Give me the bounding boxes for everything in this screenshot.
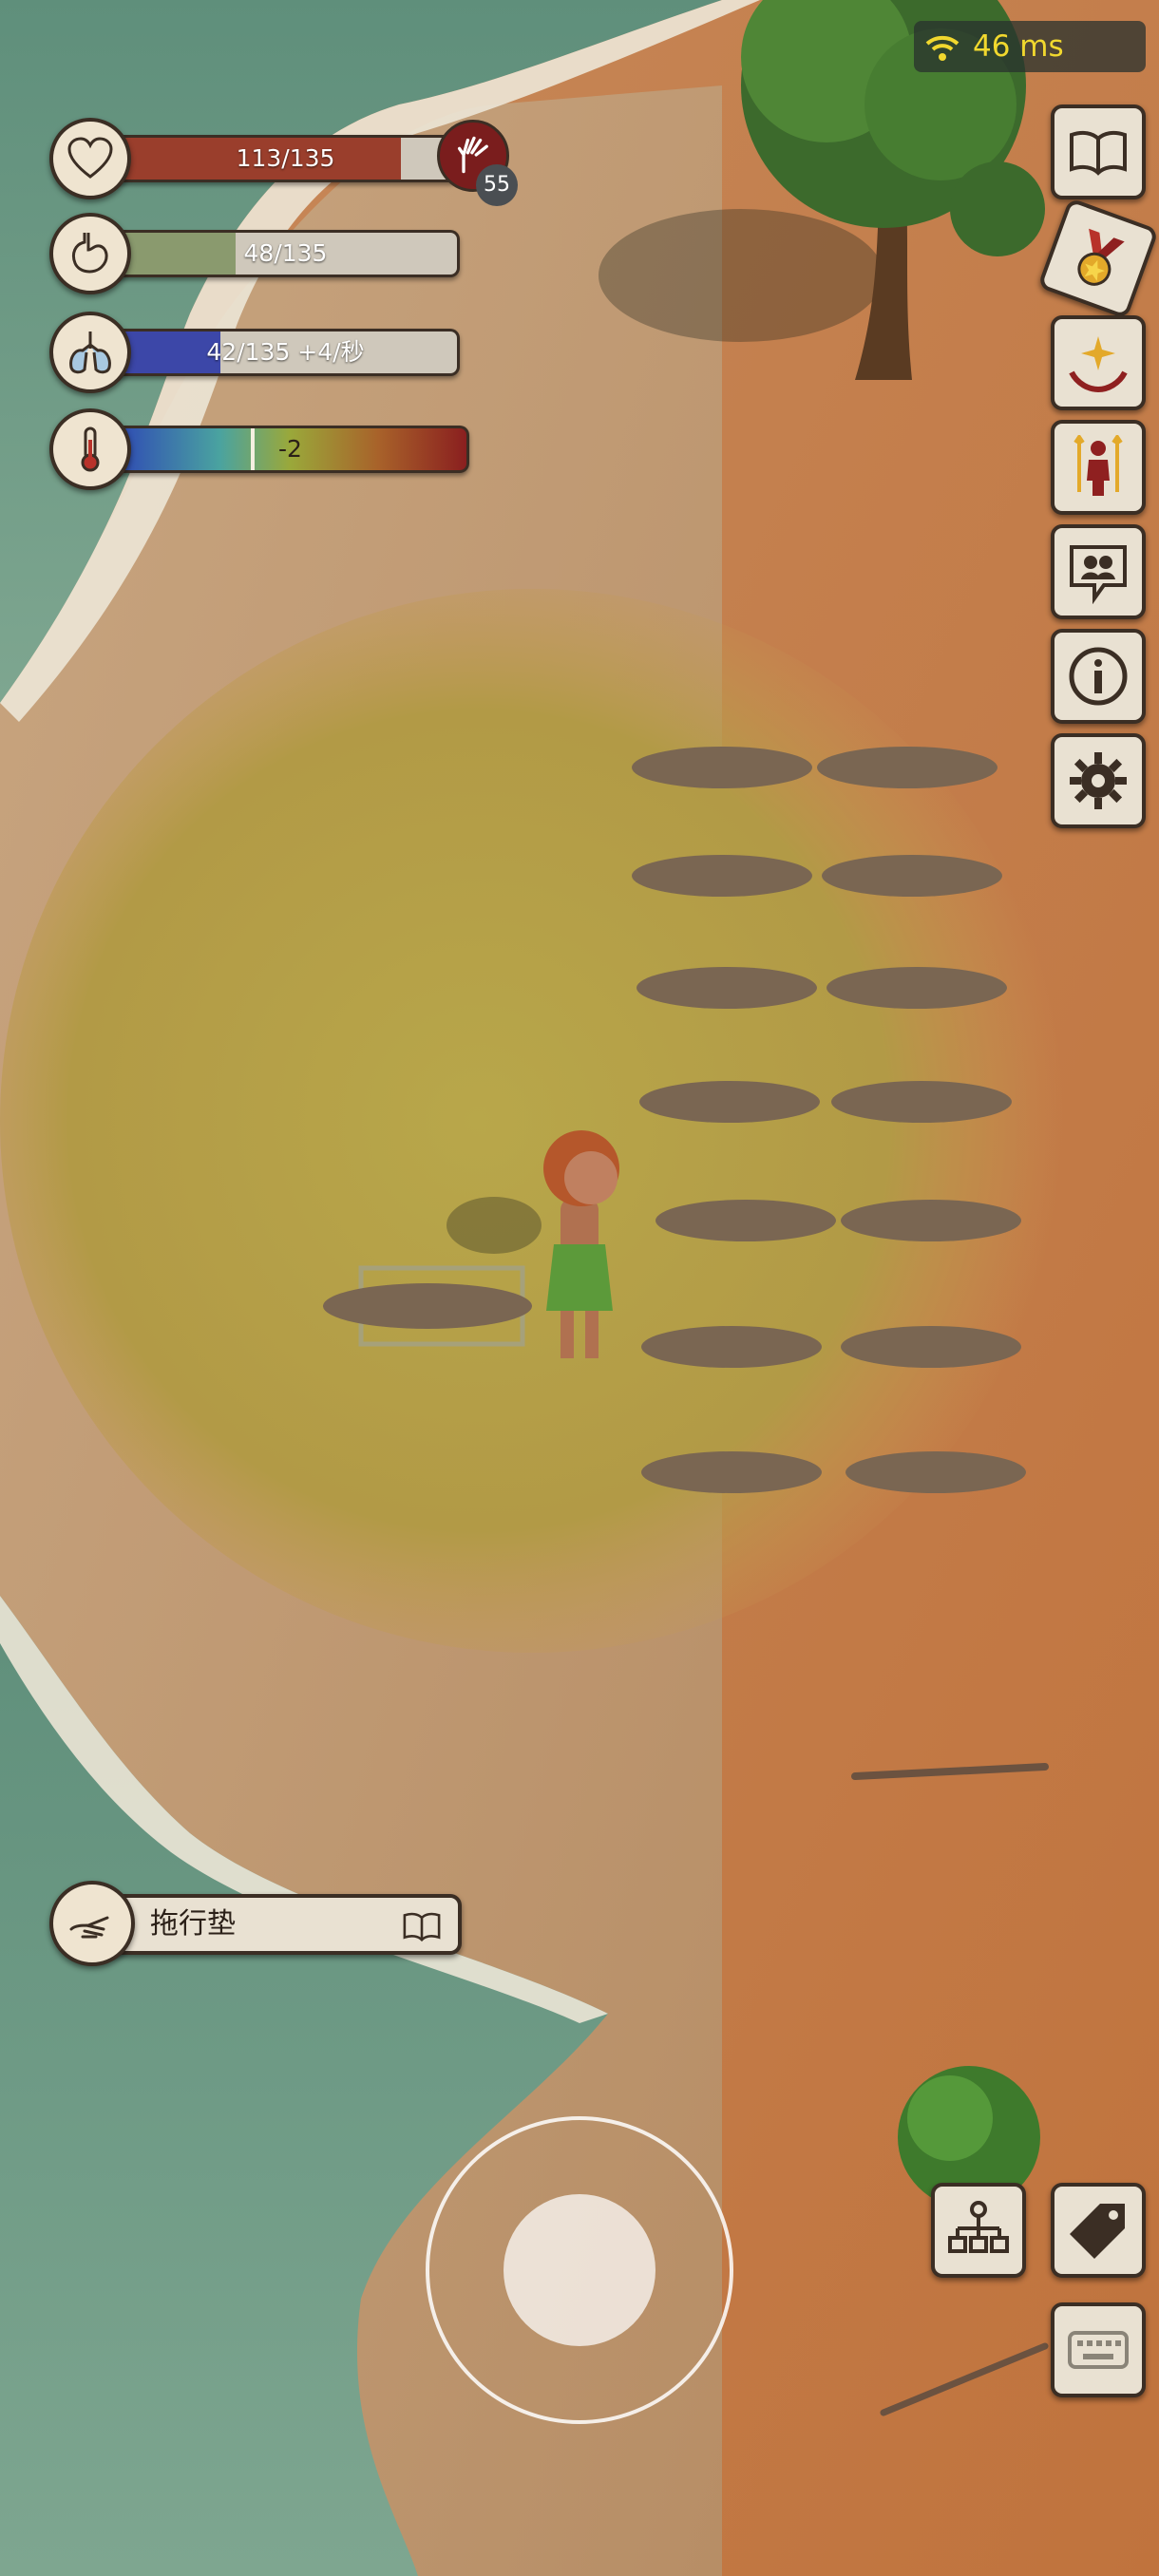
hand-skill-count: 55: [476, 164, 518, 206]
info-icon: [1069, 647, 1128, 706]
network-status: 46 ms: [914, 21, 1146, 72]
health-bar: 113/135: [114, 135, 460, 182]
social-button[interactable]: [1051, 524, 1146, 619]
gear-icon: [1070, 752, 1127, 809]
oxygen-bar: 42/135 +4/秒: [114, 329, 460, 376]
ping-value: 46 ms: [973, 29, 1064, 64]
hunger-bar: 48/135: [114, 230, 460, 277]
settings-button[interactable]: [1051, 733, 1146, 828]
tag-button[interactable]: [1051, 2183, 1146, 2278]
character-button[interactable]: [1051, 420, 1146, 515]
keyboard-button[interactable]: [1051, 2302, 1146, 2397]
sparkle-hands-icon: [1069, 336, 1128, 393]
chat-people-icon: [1070, 545, 1127, 604]
temperature-bar: -2: [114, 426, 469, 473]
skills-button[interactable]: [1051, 315, 1146, 410]
crafting-item-label: 拖行垫: [150, 1907, 236, 1941]
info-button[interactable]: [1051, 629, 1146, 724]
person-upgrade-icon: [1074, 435, 1123, 496]
stomach-icon[interactable]: [49, 213, 131, 294]
thermometer-icon[interactable]: [49, 408, 131, 490]
hierarchy-icon: [948, 2201, 1009, 2253]
heart-icon[interactable]: [49, 118, 131, 199]
oxygen-value: 42/135 +4/秒: [206, 338, 365, 366]
lungs-icon[interactable]: [49, 312, 131, 393]
open-book-icon[interactable]: [397, 1905, 446, 1947]
wifi-icon: [925, 35, 960, 61]
joystick-knob[interactable]: [504, 2194, 656, 2346]
tech-tree-button[interactable]: [931, 2183, 1026, 2278]
temperature-value: -2: [278, 435, 302, 463]
hand-skill-badge[interactable]: 55: [437, 120, 518, 206]
open-hand-icon[interactable]: [49, 1881, 135, 1966]
crafting-item[interactable]: 拖行垫: [49, 1881, 462, 1966]
crafting-item-bar[interactable]: 拖行垫: [110, 1894, 462, 1955]
health-value: 113/135: [236, 144, 335, 172]
tag-icon: [1070, 2204, 1125, 2259]
movement-joystick[interactable]: [426, 2116, 733, 2424]
medal-icon: [1077, 228, 1125, 286]
keyboard-icon: [1068, 2331, 1129, 2369]
journal-button[interactable]: [1051, 104, 1146, 199]
hunger-value: 48/135: [243, 239, 328, 267]
open-book-icon: [1070, 130, 1127, 176]
